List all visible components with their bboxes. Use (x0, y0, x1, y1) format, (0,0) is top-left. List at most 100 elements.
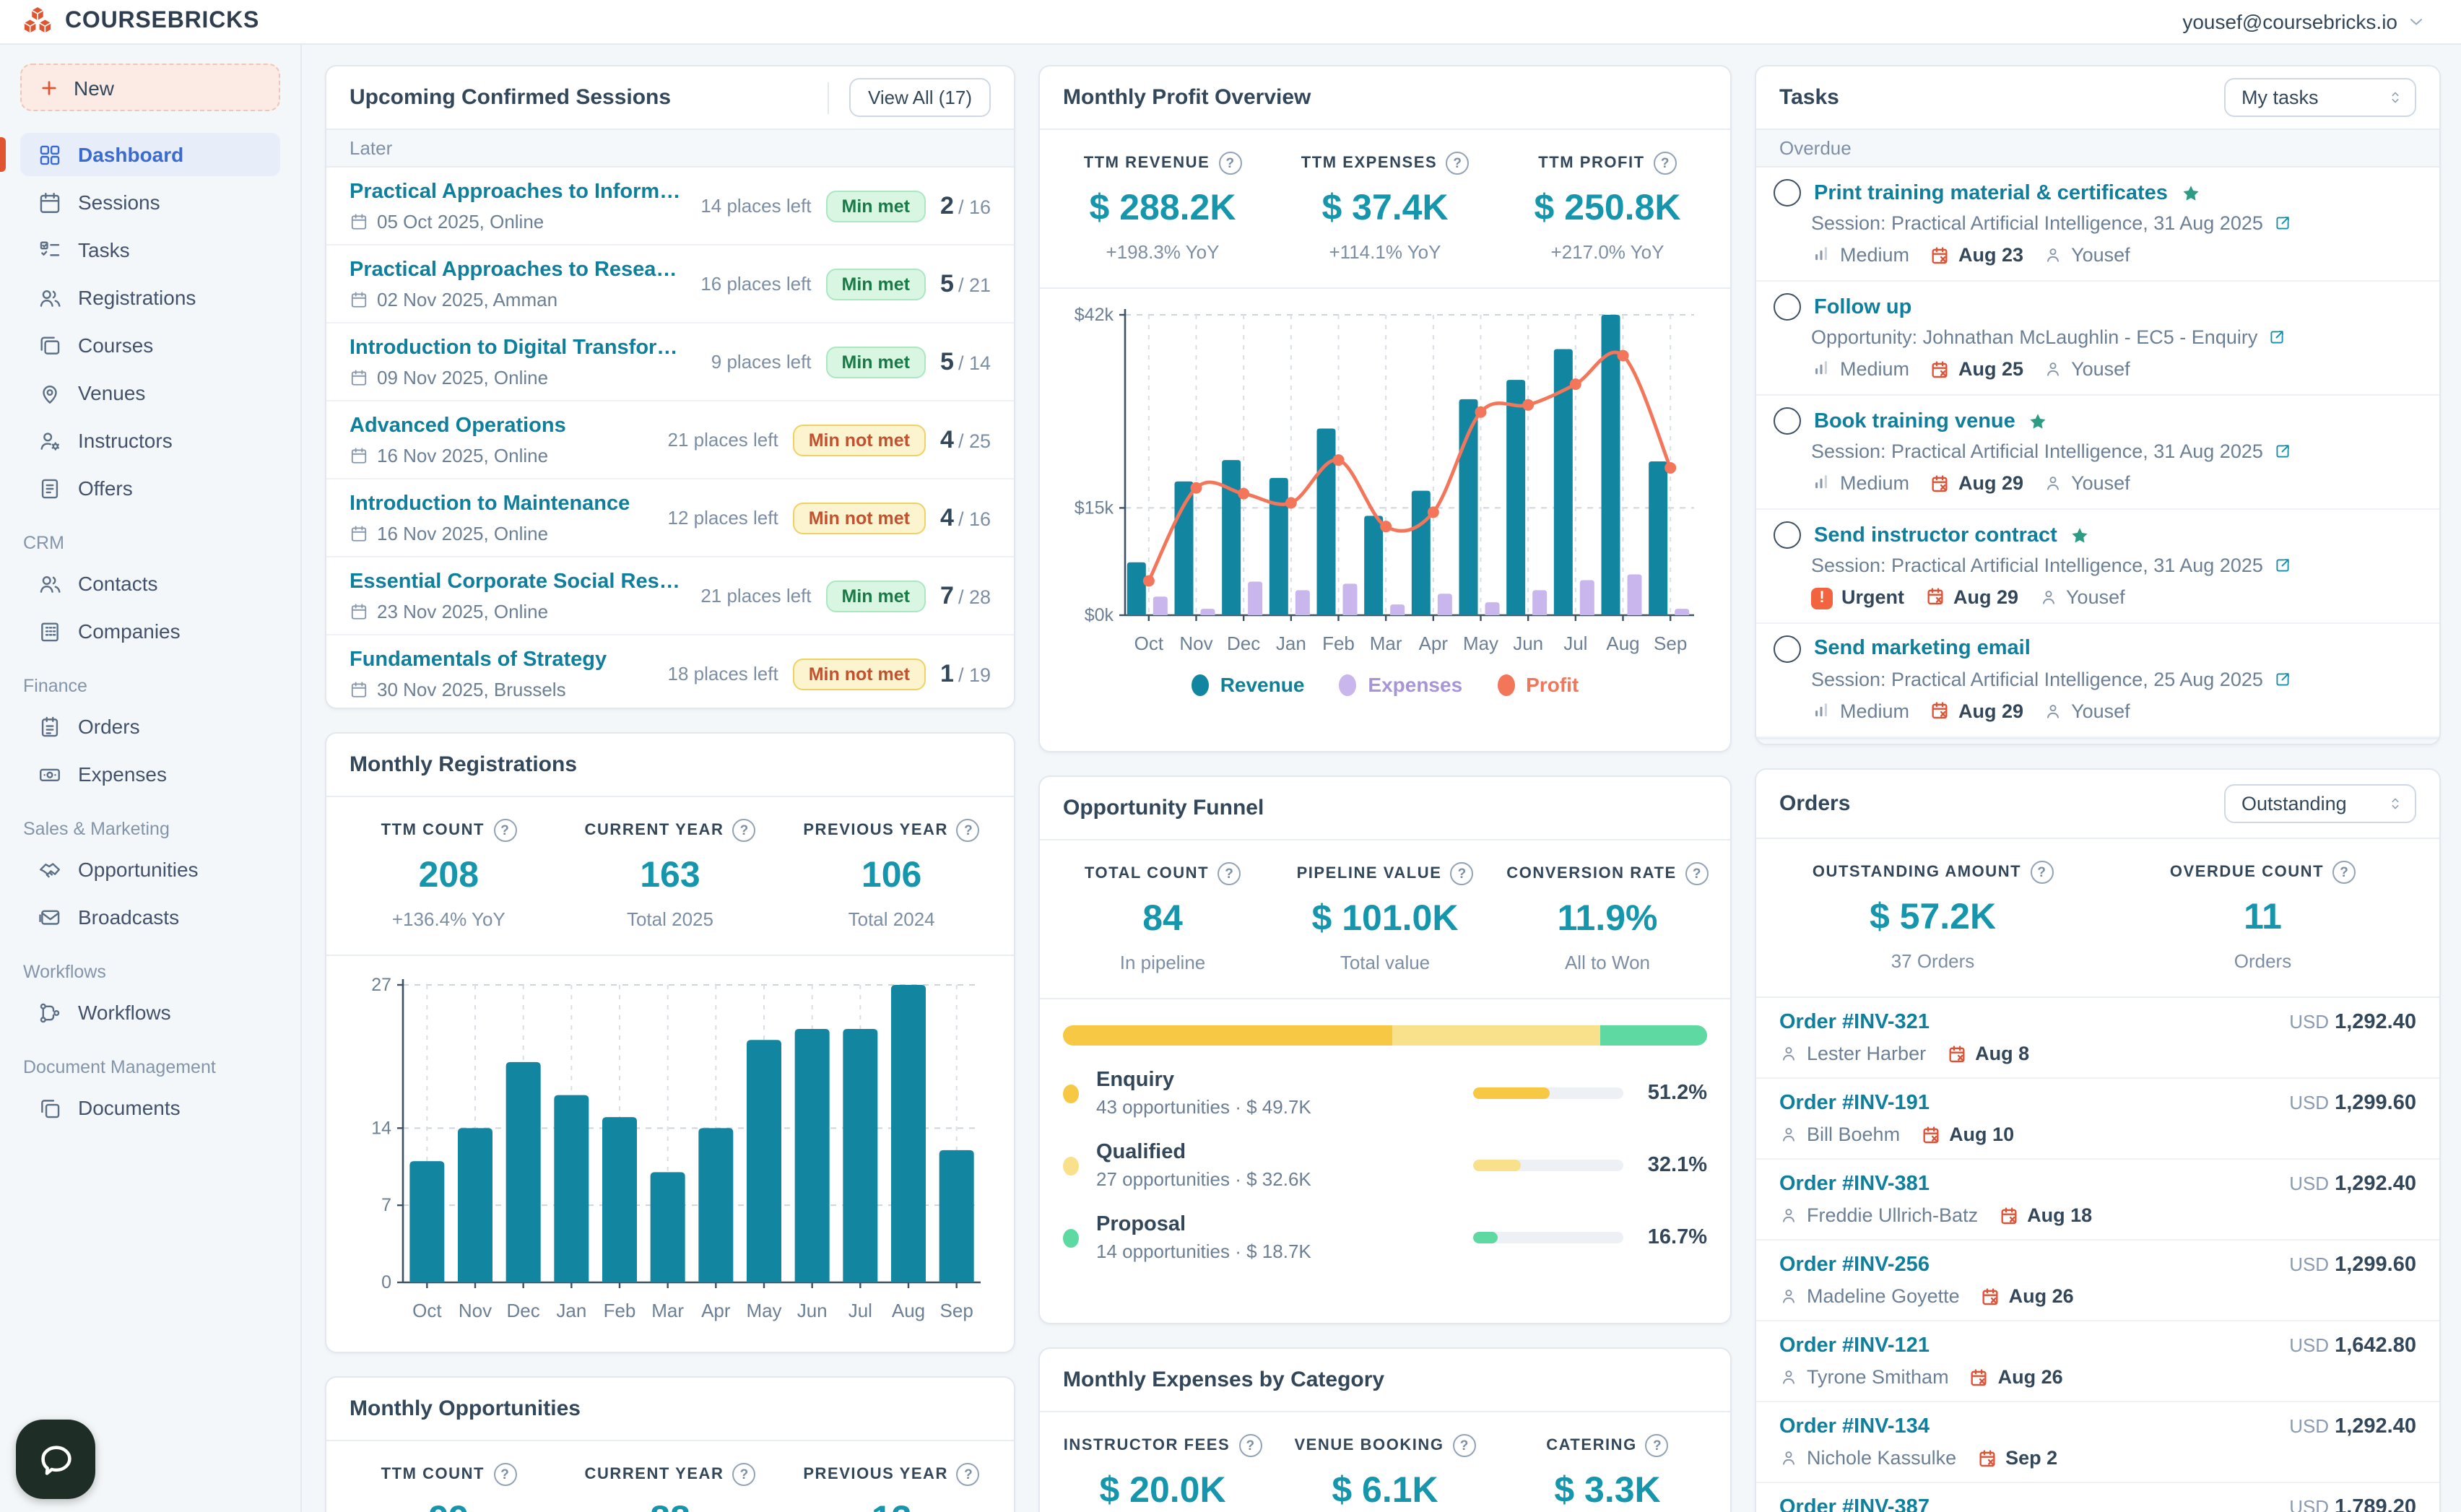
sidebar-item-instructors[interactable]: Instructors (20, 419, 280, 462)
order-id-link[interactable]: Order #INV-191 (1779, 1092, 1930, 1115)
help-icon[interactable]: ? (2030, 861, 2053, 884)
view-all-button[interactable]: View All (17) (849, 78, 991, 117)
task-checkbox[interactable] (1774, 293, 1801, 321)
help-icon[interactable]: ? (732, 1463, 755, 1486)
sidebar-item-companies[interactable]: Companies (20, 609, 280, 653)
sidebar-item-label: Venues (78, 381, 145, 404)
svg-text:$42k: $42k (1075, 305, 1114, 325)
session-title-link[interactable]: Practical Approaches to Research and … (350, 258, 685, 281)
sidebar-item-expenses[interactable]: Expenses (20, 752, 280, 796)
sidebar-item-opportunities[interactable]: Opportunities (20, 848, 280, 891)
session-date: 16 Nov 2025, Online (377, 522, 548, 544)
profit-stats: TTM REVENUE? $ 288.2K +198.3% YoY TTM EX… (1040, 130, 1730, 289)
orders-filter-select[interactable]: Outstanding (2224, 784, 2416, 823)
order-row: Order #INV-256 USD1,299.60 Madeline Goye… (1756, 1241, 2439, 1321)
help-icon[interactable]: ? (1453, 1434, 1476, 1457)
urgent-icon: ! (1811, 587, 1833, 609)
session-title-link[interactable]: Fundamentals of Strategy (350, 648, 607, 671)
account-menu[interactable]: yousef@coursebricks.io (2182, 10, 2426, 33)
session-title-link[interactable]: Introduction to Maintenance (350, 492, 630, 515)
legend-item-revenue[interactable]: Revenue (1192, 673, 1305, 696)
task-checkbox[interactable] (1774, 521, 1801, 549)
stat-label: VENUE BOOKING (1294, 1437, 1444, 1454)
order-id-link[interactable]: Order #INV-381 (1779, 1173, 1930, 1196)
task-title-link[interactable]: Send marketing email (1814, 637, 2031, 660)
priority: Medium (1811, 243, 1909, 267)
tasks-filter-select[interactable]: My tasks (2224, 78, 2416, 117)
help-icon[interactable]: ? (957, 1463, 980, 1486)
help-icon[interactable]: ? (1685, 862, 1709, 885)
external-link-icon[interactable] (2273, 214, 2292, 233)
session-title-link[interactable]: Introduction to Digital Transformation (350, 336, 685, 359)
star-icon[interactable] (2181, 183, 2201, 203)
stat-value: 84 (1051, 898, 1274, 940)
external-link-icon[interactable] (2273, 669, 2292, 688)
sidebar-item-sessions[interactable]: Sessions (20, 181, 280, 224)
order-id-link[interactable]: Order #INV-387 (1779, 1496, 1930, 1512)
external-link-icon[interactable] (2273, 556, 2292, 575)
external-link-icon[interactable] (2267, 328, 2286, 347)
legend-item-expenses[interactable]: Expenses (1339, 673, 1462, 696)
task-checkbox[interactable] (1774, 407, 1801, 435)
group-label-later: Later (326, 130, 1014, 168)
account-email: yousef@coursebricks.io (2182, 10, 2397, 33)
help-icon[interactable]: ? (1450, 862, 1473, 885)
help-icon[interactable]: ? (1218, 862, 1241, 885)
task-title-link[interactable]: Follow up (1814, 295, 1911, 318)
order-row: Order #INV-387 USD1,789.20 (1756, 1483, 2439, 1512)
sidebar-item-workflows[interactable]: Workflows (20, 991, 280, 1034)
session-title-link[interactable]: Advanced Operations (350, 414, 566, 437)
star-icon[interactable] (2070, 525, 2091, 545)
legend-dot (1192, 674, 1209, 695)
task-checkbox[interactable] (1774, 635, 1801, 662)
stat-block: PREVIOUS YEAR? 106 Total 2024 (781, 819, 1002, 930)
order-id-link[interactable]: Order #INV-256 (1779, 1254, 1930, 1277)
assignee: Yousef (2044, 700, 2130, 721)
order-id-link[interactable]: Order #INV-321 (1779, 1011, 1930, 1034)
external-link-icon[interactable] (2273, 442, 2292, 461)
sidebar-item-tasks[interactable]: Tasks (20, 228, 280, 271)
help-icon[interactable]: ? (732, 819, 755, 842)
task-checkbox[interactable] (1774, 179, 1801, 207)
help-icon[interactable]: ? (1654, 152, 1677, 175)
card-title: Tasks (1779, 85, 1839, 110)
sidebar-item-documents[interactable]: Documents (20, 1086, 280, 1129)
order-id-link[interactable]: Order #INV-121 (1779, 1334, 1930, 1357)
order-id-link[interactable]: Order #INV-134 (1779, 1415, 1930, 1438)
calendar-x-icon (1930, 359, 1950, 379)
new-button[interactable]: New (20, 64, 280, 111)
sidebar-item-contacts[interactable]: Contacts (20, 562, 280, 605)
help-icon[interactable]: ? (493, 819, 516, 842)
help-icon[interactable]: ? (1238, 1434, 1262, 1457)
svg-text:Aug: Aug (1606, 633, 1639, 654)
sidebar-item-broadcasts[interactable]: Broadcasts (20, 895, 280, 939)
legend-item-profit[interactable]: Profit (1497, 673, 1579, 696)
star-icon[interactable] (2028, 411, 2049, 431)
sidebar-item-courses[interactable]: Courses (20, 323, 280, 367)
stat-sub: Total 2025 (560, 908, 781, 930)
chat-button[interactable] (16, 1420, 95, 1499)
help-icon[interactable]: ? (493, 1463, 516, 1486)
help-icon[interactable]: ? (1646, 1434, 1669, 1457)
stat-label: TTM EXPENSES (1301, 155, 1437, 172)
help-icon[interactable]: ? (1446, 152, 1469, 175)
sidebar-item-label: Broadcasts (78, 905, 179, 929)
order-row: Order #INV-381 USD1,292.40 Freddie Ullri… (1756, 1160, 2439, 1241)
stat-block: TTM REVENUE? $ 288.2K +198.3% YoY (1051, 152, 1274, 263)
session-title-link[interactable]: Essential Corporate Social Responsibili… (350, 570, 685, 593)
task-title-link[interactable]: Send instructor contract (1814, 523, 2057, 547)
help-icon[interactable]: ? (2332, 861, 2356, 884)
sidebar-item-offers[interactable]: Offers (20, 466, 280, 510)
task-title-link[interactable]: Print training material & certificates (1814, 181, 2168, 204)
sidebar-item-venues[interactable]: Venues (20, 371, 280, 414)
sidebar-item-registrations[interactable]: Registrations (20, 276, 280, 319)
help-icon[interactable]: ? (1218, 152, 1241, 175)
stat-label: PIPELINE VALUE (1297, 865, 1442, 882)
session-title-link[interactable]: Practical Approaches to Information T… (350, 180, 685, 203)
sidebar-item-dashboard[interactable]: Dashboard (20, 133, 280, 176)
sidebar-item-orders[interactable]: Orders (20, 705, 280, 748)
order-due-date: Aug 26 (1969, 1366, 2063, 1388)
task-title-link[interactable]: Book training venue (1814, 409, 2015, 433)
help-icon[interactable]: ? (957, 819, 980, 842)
funnel-stages: Enquiry 43 opportunities · $ 49.7K 51.2%… (1040, 1057, 1730, 1274)
